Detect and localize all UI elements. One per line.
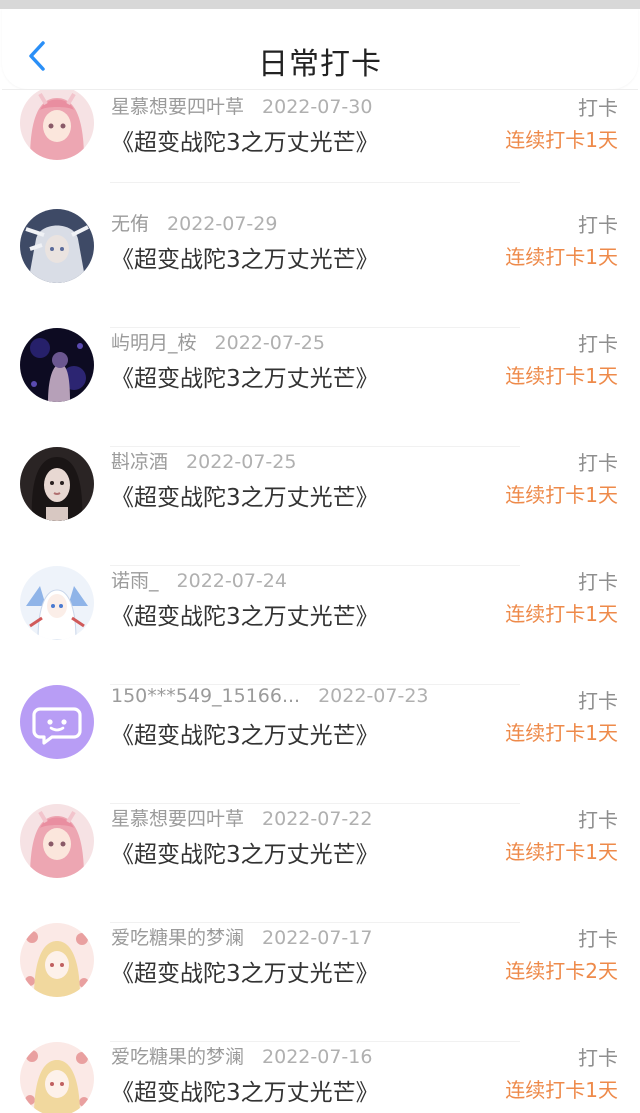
item-meta: 斟凉酒 2022-07-25 bbox=[111, 447, 296, 475]
avatar[interactable] bbox=[20, 328, 94, 402]
divider bbox=[110, 182, 520, 183]
list-item[interactable]: 爱吃糖果的梦澜 2022-07-17 《超变战陀3之万丈光芒》 打卡 连续打卡2天 bbox=[2, 923, 638, 1042]
streak-label: 连续打卡1天 bbox=[505, 602, 618, 626]
book-title[interactable]: 《超变战陀3之万丈光芒》 bbox=[111, 1073, 379, 1107]
checkin-date: 2022-07-16 bbox=[262, 1046, 373, 1068]
streak-label: 连续打卡1天 bbox=[505, 364, 618, 388]
list-item[interactable]: 爱吃糖果的梦澜 2022-07-16 《超变战陀3之万丈光芒》 打卡 连续打卡1天 bbox=[2, 1042, 638, 1113]
item-meta: 屿明月_桉 2022-07-25 bbox=[111, 328, 325, 356]
list-item[interactable]: 屿明月_桉 2022-07-25 《超变战陀3之万丈光芒》 打卡 连续打卡1天 bbox=[2, 328, 638, 447]
book-title[interactable]: 《超变战陀3之万丈光芒》 bbox=[111, 954, 379, 988]
avatar[interactable] bbox=[20, 804, 94, 878]
book-title[interactable]: 《超变战陀3之万丈光芒》 bbox=[111, 478, 379, 512]
list-item[interactable]: 150***549_15166... 2022-07-23 《超变战陀3之万丈光芒… bbox=[2, 685, 638, 804]
checkin-date: 2022-07-17 bbox=[262, 927, 373, 949]
checkin-tag: 打卡 bbox=[578, 1046, 618, 1070]
user-name[interactable]: 爱吃糖果的梦澜 bbox=[111, 927, 244, 949]
list-item[interactable]: 诺雨_ 2022-07-24 《超变战陀3之万丈光芒》 打卡 连续打卡1天 bbox=[2, 566, 638, 685]
checkin-tag: 打卡 bbox=[578, 927, 618, 951]
item-meta: 诺雨_ 2022-07-24 bbox=[111, 566, 287, 594]
avatar[interactable] bbox=[20, 566, 94, 640]
user-name[interactable]: 斟凉酒 bbox=[111, 451, 168, 473]
item-meta: 150***549_15166... 2022-07-23 bbox=[111, 685, 429, 713]
checkin-date: 2022-07-29 bbox=[167, 213, 278, 235]
status-bar-strip bbox=[0, 0, 640, 9]
avatar[interactable] bbox=[20, 209, 94, 283]
avatar[interactable] bbox=[20, 923, 94, 997]
item-meta: 爱吃糖果的梦澜 2022-07-17 bbox=[111, 923, 372, 951]
checkin-date: 2022-07-25 bbox=[214, 332, 325, 354]
list-item[interactable]: 斟凉酒 2022-07-25 《超变战陀3之万丈光芒》 打卡 连续打卡1天 bbox=[2, 447, 638, 566]
book-title[interactable]: 《超变战陀3之万丈光芒》 bbox=[111, 597, 379, 631]
book-title[interactable]: 《超变战陀3之万丈光芒》 bbox=[111, 359, 379, 393]
item-meta: 星慕想要四叶草 2022-07-22 bbox=[111, 804, 372, 832]
avatar[interactable] bbox=[20, 90, 94, 160]
user-name[interactable]: 诺雨_ bbox=[111, 570, 159, 592]
user-name[interactable]: 星慕想要四叶草 bbox=[111, 808, 244, 830]
user-name[interactable]: 星慕想要四叶草 bbox=[111, 96, 244, 118]
book-title[interactable]: 《超变战陀3之万丈光芒》 bbox=[111, 240, 379, 274]
streak-label: 连续打卡1天 bbox=[505, 128, 618, 152]
checkin-tag: 打卡 bbox=[578, 451, 618, 475]
checkin-tag: 打卡 bbox=[578, 808, 618, 832]
avatar[interactable] bbox=[20, 685, 94, 759]
checkin-date: 2022-07-23 bbox=[318, 685, 429, 707]
checkin-date: 2022-07-25 bbox=[186, 451, 297, 473]
checkin-date: 2022-07-24 bbox=[176, 570, 287, 592]
streak-label: 连续打卡2天 bbox=[505, 959, 618, 983]
user-name[interactable]: 屿明月_桉 bbox=[111, 332, 197, 354]
checkin-tag: 打卡 bbox=[578, 689, 618, 713]
checkin-tag: 打卡 bbox=[578, 96, 618, 120]
book-title[interactable]: 《超变战陀3之万丈光芒》 bbox=[111, 835, 379, 869]
user-name[interactable]: 爱吃糖果的梦澜 bbox=[111, 1046, 244, 1068]
list-item[interactable]: 星慕想要四叶草 2022-07-22 《超变战陀3之万丈光芒》 打卡 连续打卡1天 bbox=[2, 804, 638, 923]
checkin-date: 2022-07-30 bbox=[262, 96, 373, 118]
checkin-date: 2022-07-22 bbox=[262, 808, 373, 830]
streak-label: 连续打卡1天 bbox=[505, 245, 618, 269]
streak-label: 连续打卡1天 bbox=[505, 1078, 618, 1102]
page-title: 日常打卡 bbox=[258, 47, 382, 82]
avatar[interactable] bbox=[20, 447, 94, 521]
streak-label: 连续打卡1天 bbox=[505, 840, 618, 864]
header-bar: 日常打卡 bbox=[2, 9, 638, 89]
checkin-list[interactable]: 星慕想要四叶草 2022-07-30 《超变战陀3之万丈光芒》 打卡 连续打卡1天… bbox=[2, 89, 638, 1113]
user-name[interactable]: 150***549_15166... bbox=[111, 685, 300, 707]
user-name[interactable]: 无侑 bbox=[111, 213, 149, 235]
list-item[interactable]: 无侑 2022-07-29 《超变战陀3之万丈光芒》 打卡 连续打卡1天 bbox=[2, 209, 638, 328]
streak-label: 连续打卡1天 bbox=[505, 721, 618, 745]
checkin-tag: 打卡 bbox=[578, 570, 618, 594]
checkin-tag: 打卡 bbox=[578, 332, 618, 356]
item-meta: 爱吃糖果的梦澜 2022-07-16 bbox=[111, 1042, 372, 1070]
book-title[interactable]: 《超变战陀3之万丈光芒》 bbox=[111, 123, 379, 157]
checkin-tag: 打卡 bbox=[578, 213, 618, 237]
item-meta: 无侑 2022-07-29 bbox=[111, 209, 277, 237]
item-meta: 星慕想要四叶草 2022-07-30 bbox=[111, 92, 372, 120]
streak-label: 连续打卡1天 bbox=[505, 483, 618, 507]
list-item[interactable]: 星慕想要四叶草 2022-07-30 《超变战陀3之万丈光芒》 打卡 连续打卡1天 bbox=[2, 90, 638, 209]
avatar[interactable] bbox=[20, 1042, 94, 1113]
book-title[interactable]: 《超变战陀3之万丈光芒》 bbox=[111, 716, 379, 750]
